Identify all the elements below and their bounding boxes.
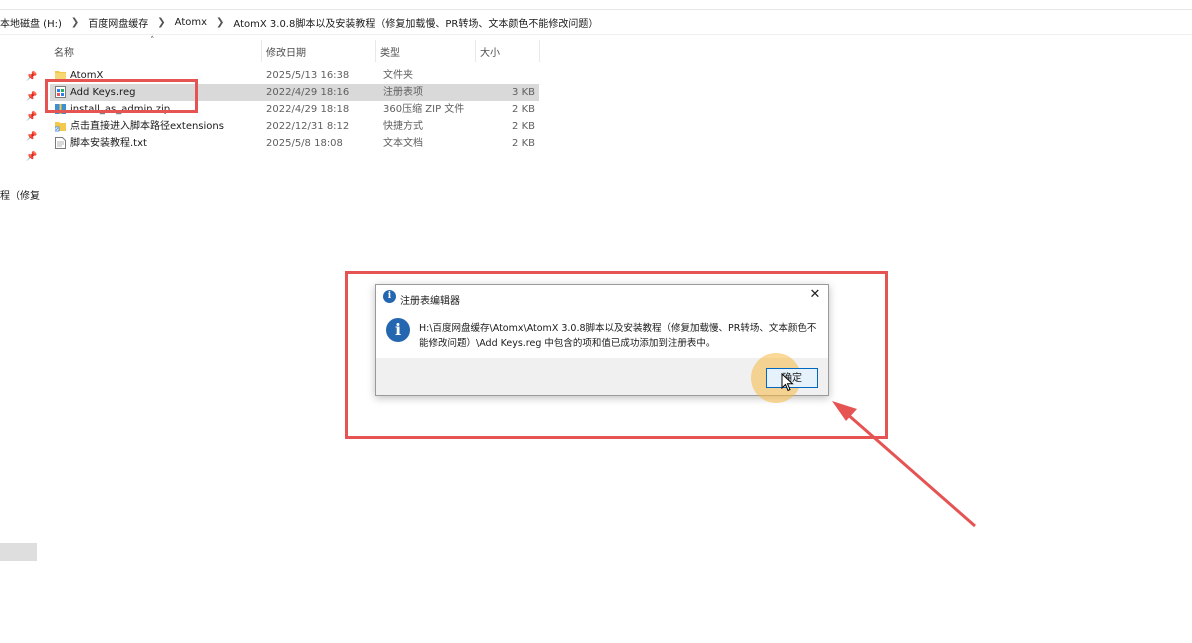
left-pane-selection (0, 543, 37, 561)
file-name: 脚本安装教程.txt (70, 138, 147, 149)
pin-icon[interactable]: 📌 (26, 152, 37, 162)
breadcrumb[interactable]: 本地磁盘 (H:) ❯ 百度网盘缓存 ❯ Atomx ❯ AtomX 3.0.8… (0, 10, 1192, 35)
file-date: 2025/5/13 16:38 (266, 70, 350, 81)
breadcrumb-drive[interactable]: 本地磁盘 (H:) (0, 15, 68, 30)
file-date: 2022/4/29 18:18 (266, 104, 350, 115)
file-date: 2025/5/8 18:08 (266, 138, 343, 149)
pin-icon[interactable]: 📌 (26, 132, 37, 142)
file-size: 3 KB (512, 87, 535, 98)
pin-icon[interactable]: 📌 (26, 72, 37, 82)
column-header-size[interactable]: 大小 (476, 40, 540, 62)
pin-icon[interactable]: 📌 (26, 112, 37, 122)
column-header-name[interactable]: 名称 (50, 40, 262, 62)
breadcrumb-folder-atomx[interactable]: Atomx (169, 17, 213, 28)
file-type: 文本文档 (383, 138, 423, 149)
file-size: 2 KB (512, 138, 535, 149)
info-icon: i (383, 290, 396, 303)
file-size: 2 KB (512, 104, 535, 115)
chevron-right-icon: ❯ (216, 16, 225, 28)
dialog-title: 注册表编辑器 (400, 296, 460, 307)
breadcrumb-folder-current[interactable]: AtomX 3.0.8脚本以及安装教程（修复加载慢、PR转场、文本颜色不能修改问… (227, 15, 604, 30)
registry-editor-dialog: i 注册表编辑器 ✕ i H:\百度网盘缓存\Atomx\AtomX 3.0.8… (375, 284, 829, 403)
file-type: 注册表项 (383, 87, 423, 98)
close-icon[interactable]: ✕ (808, 288, 822, 302)
breadcrumb-folder-cache[interactable]: 百度网盘缓存 (82, 15, 154, 30)
chevron-right-icon: ❯ (70, 16, 80, 28)
chevron-right-icon: ❯ (157, 16, 166, 28)
file-date: 2022/12/31 8:12 (266, 121, 350, 132)
file-type: 文件夹 (383, 70, 413, 81)
mouse-cursor-icon (781, 373, 794, 392)
dialog-message: H:\百度网盘缓存\Atomx\AtomX 3.0.8脚本以及安装教程（修复加载… (419, 323, 817, 349)
file-name: 点击直接进入脚本路径extensions (70, 121, 224, 132)
txt-file-icon (55, 137, 66, 149)
highlight-box-file (45, 79, 198, 113)
file-row[interactable]: 点击直接进入脚本路径extensions 2022/12/31 8:12 快捷方… (50, 118, 539, 135)
file-type: 360压缩 ZIP 文件 (383, 104, 465, 115)
window-top-edge (0, 0, 1192, 10)
column-header-date[interactable]: 修改日期 (262, 40, 376, 62)
shortcut-icon (55, 122, 66, 132)
file-type: 快捷方式 (383, 121, 423, 132)
pin-icon[interactable]: 📌 (26, 92, 37, 102)
file-row[interactable]: 脚本安装教程.txt 2025/5/8 18:08 文本文档 2 KB (50, 135, 539, 152)
file-size (478, 68, 535, 83)
file-date: 2022/4/29 18:16 (266, 87, 350, 98)
truncated-left-pane-text: 程（修复 (0, 191, 40, 202)
column-header-type[interactable]: 类型 (376, 40, 476, 62)
file-size: 2 KB (512, 121, 535, 132)
info-icon: i (386, 318, 410, 342)
